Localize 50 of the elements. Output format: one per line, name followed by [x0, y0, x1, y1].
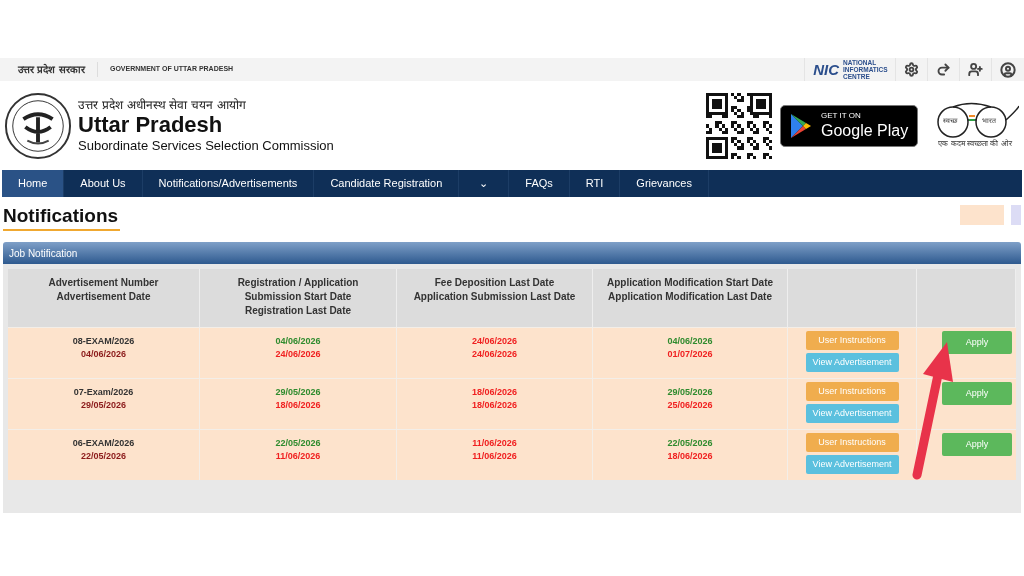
date-text: 01/07/2026 [667, 348, 713, 361]
emblem-icon [4, 91, 72, 160]
date-text: 22/05/2026 [80, 450, 126, 463]
nav-link[interactable]: RTI [569, 170, 621, 197]
date-text: 24/06/2026 [471, 348, 517, 361]
date-text: 18/06/2026 [471, 399, 517, 412]
date-text: 04/06/2026 [275, 335, 321, 348]
nav-link[interactable]: Notifications/Advertisements [142, 170, 315, 197]
date-text: 29/05/2026 [80, 399, 126, 412]
site-subtitle: Subordinate Services Selection Commission [78, 136, 334, 154]
nav-link[interactable]: Home [2, 170, 65, 197]
date-text: 04/06/2026 [80, 348, 126, 361]
nav-link[interactable]: Candidate Registration [314, 170, 460, 197]
date-text: 11/06/2026 [472, 450, 517, 463]
column-header: Registration / Application Submission Start Date Registration Last Date [236, 276, 360, 318]
date-text: 04/06/2026 [667, 335, 713, 348]
nic-logo: NIC [813, 62, 839, 77]
panel-title: Job Notification [9, 246, 78, 261]
play-store-icon [789, 112, 813, 139]
date-text: 29/05/2026 [275, 386, 321, 399]
column-header: Fee Deposition Last Date Application Submission Last Date [412, 276, 577, 304]
date-text: 18/06/2026 [471, 386, 517, 399]
nav-link[interactable]: Grievances [620, 170, 709, 197]
date-text: 08-EXAM/2026 [72, 335, 135, 348]
date-text: 11/06/2026 [472, 437, 517, 450]
page-title: Notifications [3, 205, 121, 231]
column-header: Application Modification Start Date Application Modification Last Date [605, 276, 775, 304]
add-user-icon[interactable] [968, 62, 983, 77]
site-title: Uttar Pradesh [78, 112, 224, 137]
date-text: 24/06/2026 [471, 335, 517, 348]
state-government-label: उत्तर प्रदेश सरकार [18, 62, 98, 77]
dropdown-toggle[interactable]: ⌄ [459, 170, 510, 197]
settings-icon[interactable] [904, 62, 919, 77]
date-text: 07-Exam/2026 [73, 386, 134, 399]
date-text: 18/06/2026 [275, 399, 321, 412]
nav-link[interactable]: About Us [64, 170, 143, 197]
date-text: 22/05/2026 [275, 437, 321, 450]
date-text: 29/05/2026 [667, 386, 713, 399]
date-text: 18/06/2026 [667, 450, 713, 463]
date-text: 11/06/2026 [275, 450, 321, 463]
date-text: 24/06/2026 [275, 348, 321, 361]
google-play-badge[interactable]: GET IT ON Google Play [780, 104, 918, 147]
qr-code-icon [706, 92, 772, 159]
nav-link[interactable]: FAQs [509, 170, 570, 197]
date-text: 06-EXAM/2026 [72, 437, 135, 450]
redo-arrow-icon[interactable] [936, 62, 951, 77]
column-header: Advertisement Number Advertisement Date [47, 276, 160, 304]
hindi-title: उत्तर प्रदेश अधीनस्थ सेवा चयन आयोग [78, 97, 248, 113]
date-text: 22/05/2026 [667, 437, 713, 450]
date-text: 25/06/2026 [667, 399, 713, 412]
